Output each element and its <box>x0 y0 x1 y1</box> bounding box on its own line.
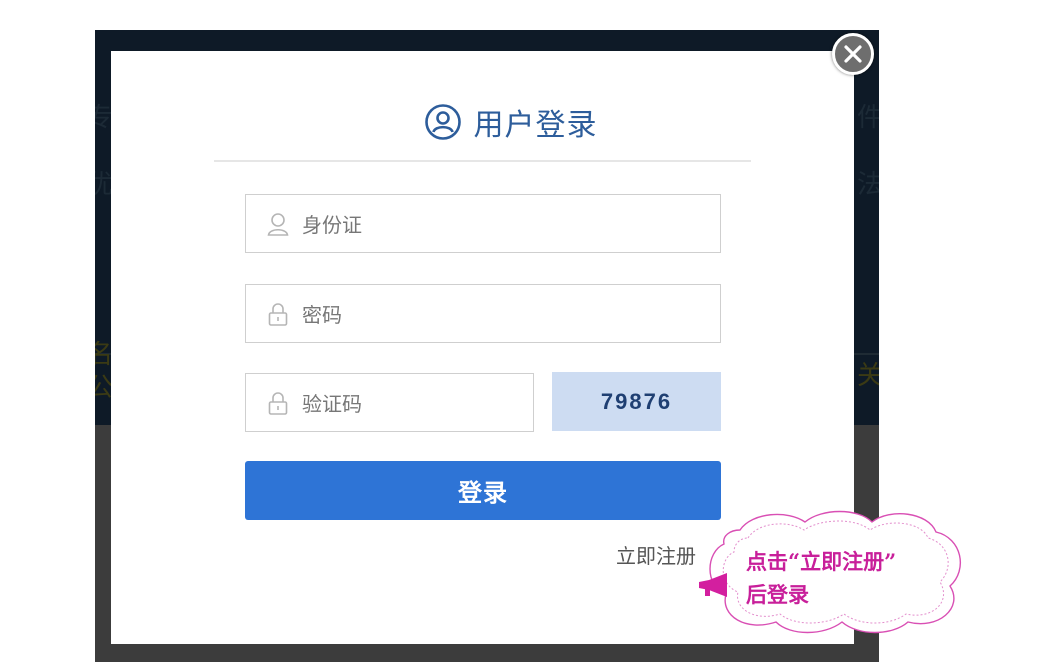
backdrop-text-fragment: 关 <box>857 361 879 391</box>
header-divider <box>214 160 751 162</box>
close-icon <box>844 45 862 63</box>
hint-line-1: 点击“立即注册” <box>746 549 897 574</box>
hint-line-2: 后登录 <box>746 582 809 607</box>
backdrop-text-fragment: 法 <box>857 170 879 200</box>
captcha-placeholder: 验证码 <box>302 392 362 416</box>
user-icon <box>265 211 291 237</box>
captcha-input[interactable]: 验证码 <box>245 373 534 432</box>
id-card-placeholder: 身份证 <box>302 213 362 237</box>
modal-title: 用户登录 <box>473 108 598 143</box>
id-card-input[interactable]: 身份证 <box>245 194 721 253</box>
login-button[interactable]: 登录 <box>245 461 721 520</box>
lock-icon <box>265 301 291 327</box>
megaphone-icon <box>699 573 727 597</box>
modal-header: 用户登录 <box>0 98 1053 146</box>
lock-icon <box>265 390 291 416</box>
password-input[interactable]: 密码 <box>245 284 721 343</box>
user-circle-icon <box>424 104 461 140</box>
register-hint-text: 点击“立即注册” 后登录 <box>746 545 976 611</box>
close-button[interactable] <box>832 33 874 75</box>
password-placeholder: 密码 <box>302 303 342 327</box>
captcha-image[interactable]: 79876 <box>552 372 721 431</box>
register-link[interactable]: 立即注册 <box>616 540 696 569</box>
